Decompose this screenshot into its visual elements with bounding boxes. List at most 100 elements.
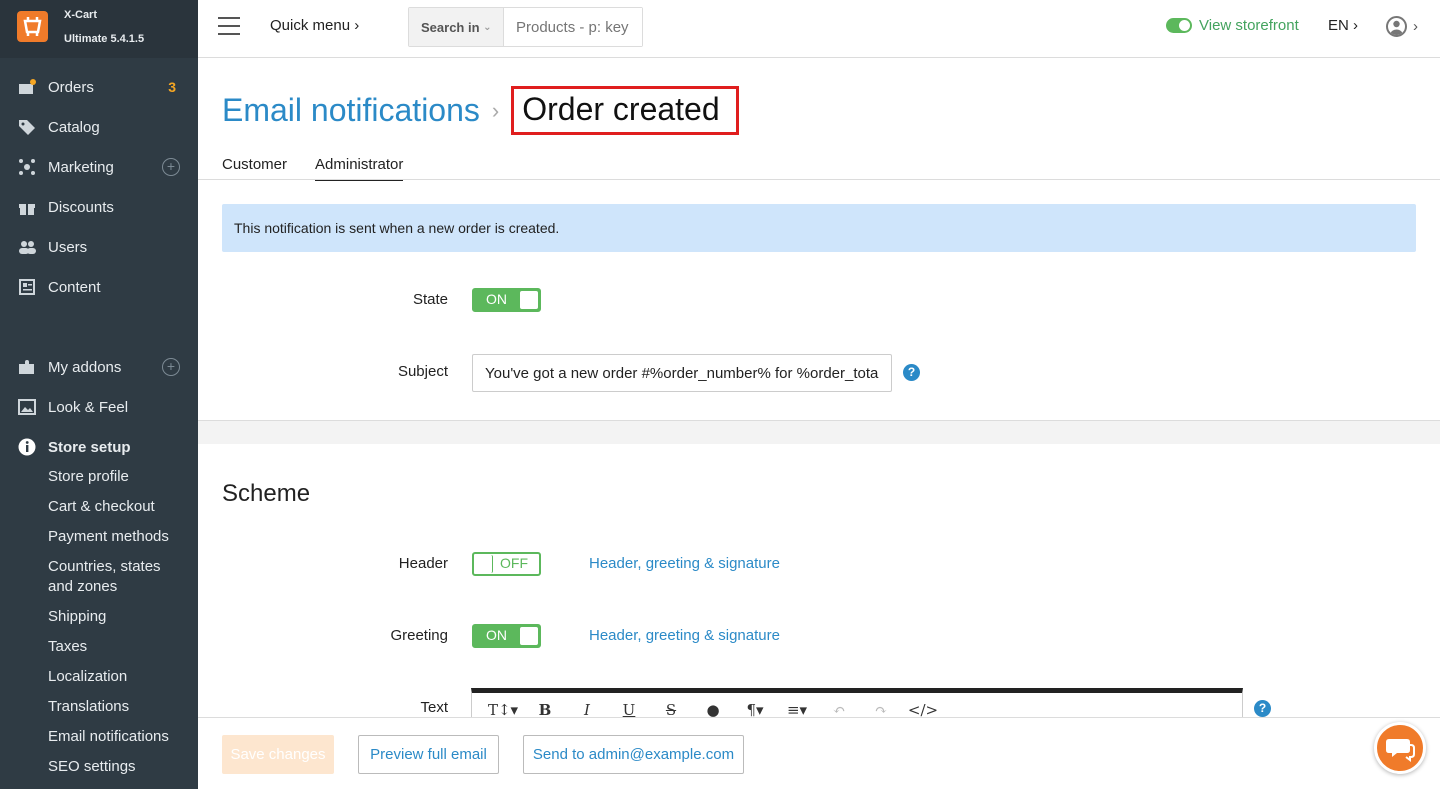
user-avatar-icon xyxy=(1386,16,1407,37)
chevron-right-icon: › xyxy=(1353,17,1359,34)
brand-header: X-Cart Ultimate 5.4.1.5 xyxy=(0,0,198,58)
user-menu[interactable]: › xyxy=(1386,16,1418,37)
sidebar-item-label: Store setup xyxy=(48,438,131,456)
send-test-email-button[interactable]: Send to admin@example.com xyxy=(523,735,744,774)
sidebar-subitem-shipping[interactable]: Shipping xyxy=(48,607,106,627)
sidebar-subitem-payment-methods[interactable]: Payment methods xyxy=(48,527,169,547)
search-box: Search in ⌄ xyxy=(408,7,643,47)
sidebar-item-label: Users xyxy=(48,238,88,256)
orders-icon xyxy=(18,78,36,96)
text-help-icon[interactable]: ? xyxy=(1254,700,1271,717)
scheme-title: Scheme xyxy=(222,480,311,507)
chevron-right-icon: › xyxy=(1413,18,1418,35)
header-label: Header xyxy=(398,555,448,572)
marketing-icon xyxy=(18,158,36,176)
subject-label: Subject xyxy=(397,363,448,380)
search-input[interactable] xyxy=(504,8,642,46)
sidebar-item-my-addons[interactable]: My addons + xyxy=(0,347,198,387)
sidebar-item-discounts[interactable]: Discounts xyxy=(0,187,198,227)
greeting-toggle[interactable]: ON xyxy=(472,624,541,648)
toggle-knob xyxy=(520,627,538,645)
text-label: Text xyxy=(420,699,448,716)
language-selector[interactable]: EN › xyxy=(1328,17,1358,34)
breadcrumb-email-notifications[interactable]: Email notifications xyxy=(222,92,480,129)
search-in-dropdown[interactable]: Search in ⌄ xyxy=(409,8,504,46)
preview-email-button[interactable]: Preview full email xyxy=(358,735,499,774)
quick-menu-button[interactable]: Quick menu › xyxy=(270,17,359,34)
chat-support-icon[interactable] xyxy=(1374,722,1426,774)
sidebar-item-label: Marketing xyxy=(48,158,114,176)
sidebar-item-label: Content xyxy=(48,278,101,296)
sidebar-item-store-setup[interactable]: Store setup xyxy=(0,427,198,467)
header-toggle[interactable]: OFF xyxy=(472,552,541,576)
info-message: This notification is sent when a new ord… xyxy=(222,204,1416,252)
hamburger-menu-icon[interactable] xyxy=(218,17,240,37)
sidebar-subitem-cart-checkout[interactable]: Cart & checkout xyxy=(48,497,155,517)
sidebar-subitem-seo-settings[interactable]: SEO settings xyxy=(48,757,136,777)
sidebar-item-content[interactable]: Content xyxy=(0,267,198,307)
image-icon xyxy=(18,398,36,416)
save-changes-button[interactable]: Save changes xyxy=(222,735,334,774)
add-marketing-plus-icon[interactable]: + xyxy=(162,158,180,176)
main-content: Email notifications › Order created Cust… xyxy=(198,58,1440,789)
view-storefront-label: View storefront xyxy=(1199,17,1299,34)
brand-name: X-Cart xyxy=(64,9,98,21)
state-label: State xyxy=(412,291,448,308)
greeting-toggle-text: ON xyxy=(486,627,507,643)
sidebar-item-label: Catalog xyxy=(48,118,100,136)
state-toggle[interactable]: ON xyxy=(472,288,541,312)
sidebar: X-Cart Ultimate 5.4.1.5 Orders 3 Catalog… xyxy=(0,0,198,789)
language-label: EN xyxy=(1328,17,1349,34)
sidebar-item-label: Discounts xyxy=(48,198,114,216)
info-icon xyxy=(18,438,36,456)
sidebar-item-look-feel[interactable]: Look & Feel xyxy=(0,387,198,427)
tab-administrator[interactable]: Administrator xyxy=(315,156,404,181)
toggle-knob xyxy=(475,555,493,573)
puzzle-icon xyxy=(18,358,36,376)
xcart-logo-icon[interactable] xyxy=(17,11,48,42)
sidebar-subitem-countries-line2[interactable]: and zones xyxy=(48,577,117,597)
header-settings-link[interactable]: Header, greeting & signature xyxy=(589,555,780,572)
gift-icon xyxy=(18,198,36,216)
sidebar-subitem-email-notifications[interactable]: Email notifications xyxy=(48,727,169,747)
sidebar-item-label: Orders xyxy=(48,78,94,96)
brand-version: Ultimate 5.4.1.5 xyxy=(64,33,145,45)
breadcrumb-current: Order created xyxy=(511,86,739,135)
sidebar-subitem-localization[interactable]: Localization xyxy=(48,667,127,687)
orders-count-badge: 3 xyxy=(168,79,176,95)
sidebar-item-orders[interactable]: Orders 3 xyxy=(0,67,198,107)
topbar: Quick menu › Search in ⌄ View storefront… xyxy=(198,0,1440,58)
view-storefront-link[interactable]: View storefront xyxy=(1166,17,1299,34)
subject-help-icon[interactable]: ? xyxy=(903,364,920,381)
sticky-footer: Save changes Preview full email Send to … xyxy=(198,717,1440,789)
quick-menu-label: Quick menu xyxy=(270,17,351,34)
subject-input[interactable] xyxy=(472,354,892,392)
state-toggle-text: ON xyxy=(486,291,507,307)
greeting-label: Greeting xyxy=(390,627,448,644)
chevron-down-icon: ⌄ xyxy=(483,21,492,33)
storefront-toggle-icon[interactable] xyxy=(1166,18,1192,33)
users-icon xyxy=(18,238,36,256)
sidebar-item-marketing[interactable]: Marketing + xyxy=(0,147,198,187)
sidebar-subitem-countries[interactable]: Countries, states xyxy=(48,557,161,577)
sidebar-item-label: Look & Feel xyxy=(48,398,129,416)
breadcrumb-separator-icon: › xyxy=(491,97,500,123)
add-addon-plus-icon[interactable]: + xyxy=(162,358,180,376)
toggle-knob xyxy=(520,291,538,309)
tab-customer[interactable]: Customer xyxy=(222,156,287,181)
sidebar-item-label: My addons xyxy=(48,358,122,376)
section-divider xyxy=(198,420,1440,444)
content-icon xyxy=(18,278,36,296)
chevron-right-icon: › xyxy=(354,17,360,34)
sidebar-subitem-translations[interactable]: Translations xyxy=(48,697,129,717)
header-toggle-text: OFF xyxy=(500,555,528,571)
sidebar-subitem-store-profile[interactable]: Store profile xyxy=(48,467,129,487)
notification-tabs: Customer Administrator xyxy=(222,156,431,181)
search-in-label: Search in xyxy=(421,19,480,35)
greeting-settings-link[interactable]: Header, greeting & signature xyxy=(589,627,780,644)
sidebar-item-users[interactable]: Users xyxy=(0,227,198,267)
sidebar-subitem-taxes[interactable]: Taxes xyxy=(48,637,87,657)
sidebar-item-catalog[interactable]: Catalog xyxy=(0,107,198,147)
page-title: Email notifications › Order created xyxy=(222,86,739,135)
tag-icon xyxy=(18,118,36,136)
